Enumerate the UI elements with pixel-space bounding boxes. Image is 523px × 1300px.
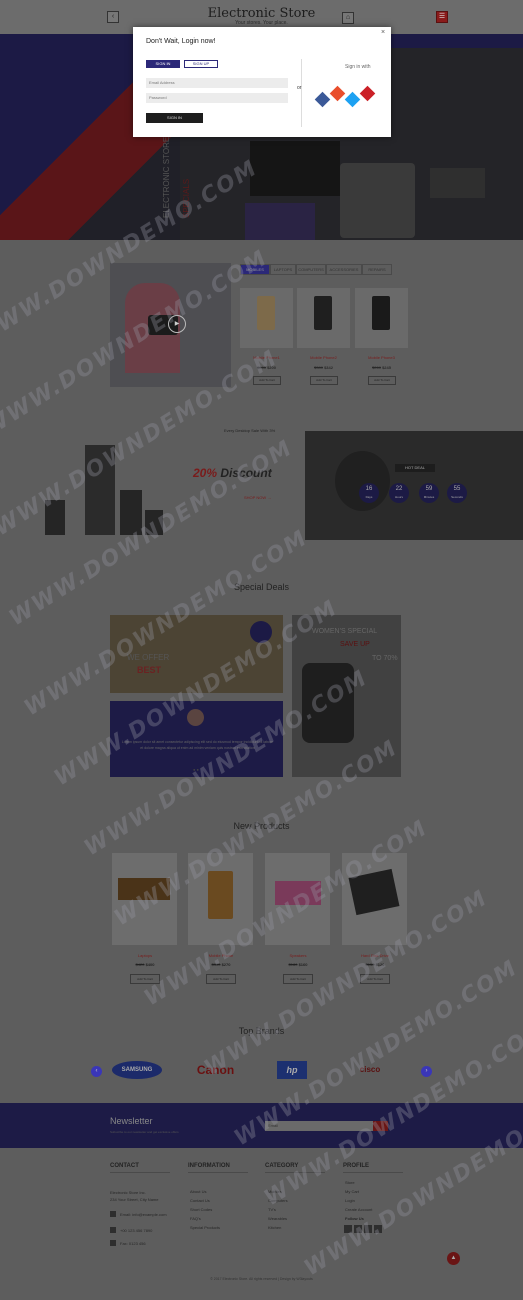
copyright-text: © 2017 Electronic Store. All rights rese… xyxy=(210,1277,313,1281)
divider xyxy=(301,59,302,127)
footer-profile-link[interactable]: My Cart xyxy=(345,1189,359,1194)
pinterest-icon[interactable] xyxy=(359,85,376,102)
newsletter-subtitle: Subscribe to our newsletter and get excl… xyxy=(110,1130,179,1134)
add-to-cart-button[interactable]: Add To Cart xyxy=(283,974,313,984)
close-icon[interactable]: × xyxy=(381,29,385,36)
product-name[interactable]: Laptops xyxy=(109,953,181,958)
product-name[interactable]: Mobile Phone2 xyxy=(297,355,350,360)
footer-contact-item[interactable]: Email: info@example.com xyxy=(120,1212,167,1217)
deal-timer-panel: HOT DEAL 16 Days 22 Hours 59 Minutes 55 Seco… xyxy=(305,431,523,540)
add-to-cart-button[interactable]: Add To Cart xyxy=(206,974,236,984)
product-card[interactable] xyxy=(355,288,408,348)
headphones-image xyxy=(335,451,390,511)
footer-info-link[interactable]: Special Products xyxy=(190,1225,220,1230)
footer-profile-link[interactable]: Login xyxy=(345,1198,355,1203)
google-icon[interactable] xyxy=(344,91,361,108)
timer-hours: 22 Hours xyxy=(389,483,409,503)
product-name[interactable]: Speakers xyxy=(262,953,334,958)
footer-info-link[interactable]: Contact Us xyxy=(190,1198,210,1203)
product-price: $420 $400 xyxy=(135,962,155,967)
add-to-cart-button[interactable]: Add To Cart xyxy=(310,376,338,385)
phone-image xyxy=(372,296,390,330)
sign-in-button[interactable]: SIGN IN xyxy=(146,113,203,123)
tab-accessories[interactable]: ACCESSORIES xyxy=(326,264,362,275)
footer-info-link[interactable]: FAQ's xyxy=(190,1216,201,1221)
womens-special-save: SAVE UP xyxy=(340,641,370,648)
modal-title: Don't Wait, Login now! xyxy=(146,38,216,45)
email-field[interactable]: Email Address xyxy=(146,78,288,88)
tab-sign-up[interactable]: SIGN UP xyxy=(184,60,218,68)
cart-icon[interactable]: ⌂ xyxy=(342,12,354,24)
fax-icon xyxy=(110,1240,116,1246)
timer-seconds: 55 Seconds xyxy=(447,483,467,503)
footer-info-link[interactable]: Short Codes xyxy=(190,1207,212,1212)
womens-special-pct: TO 70% xyxy=(372,655,398,662)
phone-image xyxy=(314,296,332,330)
account-icon[interactable]: ☰ xyxy=(436,11,448,23)
footer-profile-link[interactable]: Create Account xyxy=(345,1207,372,1212)
footer-category-link[interactable]: Kitchen xyxy=(268,1225,281,1230)
footer-contact-item: 234 Your Street, City Name xyxy=(110,1197,159,1202)
tab-repairs[interactable]: REPAIRS xyxy=(362,264,392,275)
product-card[interactable] xyxy=(297,288,350,348)
product-price: $180 $160 xyxy=(288,962,308,967)
brands-prev-button[interactable]: ‹ xyxy=(91,1066,102,1077)
footer-info-title: INFORMATION xyxy=(188,1163,230,1169)
scroll-to-top-button[interactable]: ▲ xyxy=(447,1252,460,1265)
or-label: or xyxy=(297,85,302,91)
password-field[interactable]: Password xyxy=(146,93,288,103)
brand-samsung[interactable]: SAMSUNG xyxy=(112,1061,162,1079)
footer-contact-item: +00 123 456 7890 xyxy=(120,1228,153,1233)
sign-in-with-label: Sign in with xyxy=(345,64,371,70)
tab-computers[interactable]: COMPUTERS xyxy=(296,264,326,275)
divider xyxy=(343,1172,403,1173)
product-name[interactable]: Mobile Phone3 xyxy=(355,355,408,360)
footer-info-link[interactable]: About Us xyxy=(190,1189,206,1194)
facebook-icon[interactable] xyxy=(314,91,331,108)
tab-laptops[interactable]: LAPTOPS xyxy=(270,264,296,275)
phone-icon xyxy=(110,1227,116,1233)
laptop2-image xyxy=(430,168,485,198)
divider xyxy=(188,1172,248,1173)
tv-image xyxy=(245,203,315,240)
footer-contact-item: Electronic Store Inc. xyxy=(110,1190,146,1195)
deal-label: HOT DEAL xyxy=(395,464,435,472)
phone-image xyxy=(208,871,233,919)
product-card[interactable] xyxy=(240,288,293,348)
footer-profile-link[interactable]: Store xyxy=(345,1180,355,1185)
add-to-cart-button[interactable]: Add To Cart xyxy=(368,376,396,385)
laptop-image xyxy=(250,141,340,196)
divider xyxy=(110,1172,170,1173)
brand-hp[interactable]: hp xyxy=(277,1061,307,1079)
washer-image xyxy=(340,163,415,238)
product-price: $380 $342 xyxy=(314,365,333,370)
login-modal: Don't Wait, Login now! × SIGN IN SIGN UP… xyxy=(133,27,391,137)
offer-subtitle: Every Desktop Sale With 3% xyxy=(224,428,276,433)
twitter-icon[interactable] xyxy=(329,85,346,102)
shop-now-link[interactable]: SHOP NOW → xyxy=(244,495,271,500)
footer-contact-title: CONTACT xyxy=(110,1163,139,1169)
brands-next-button[interactable]: › xyxy=(421,1066,432,1077)
timer-days: 16 Days xyxy=(359,483,379,503)
deal1-line2: BEST xyxy=(137,665,162,675)
mail-icon xyxy=(110,1211,116,1217)
product-price: $260 $245 xyxy=(372,365,391,370)
timer-minutes: 59 Minutes xyxy=(419,483,439,503)
footer-category-link[interactable]: Wearables xyxy=(268,1216,287,1221)
phone-image xyxy=(257,296,275,330)
footer-contact-item: Fax: 0123 456 xyxy=(120,1241,146,1246)
newsletter-title: Newsletter xyxy=(110,1116,153,1126)
tab-sign-in[interactable]: SIGN IN xyxy=(146,60,180,68)
prev-icon[interactable]: ‹ xyxy=(107,11,119,23)
